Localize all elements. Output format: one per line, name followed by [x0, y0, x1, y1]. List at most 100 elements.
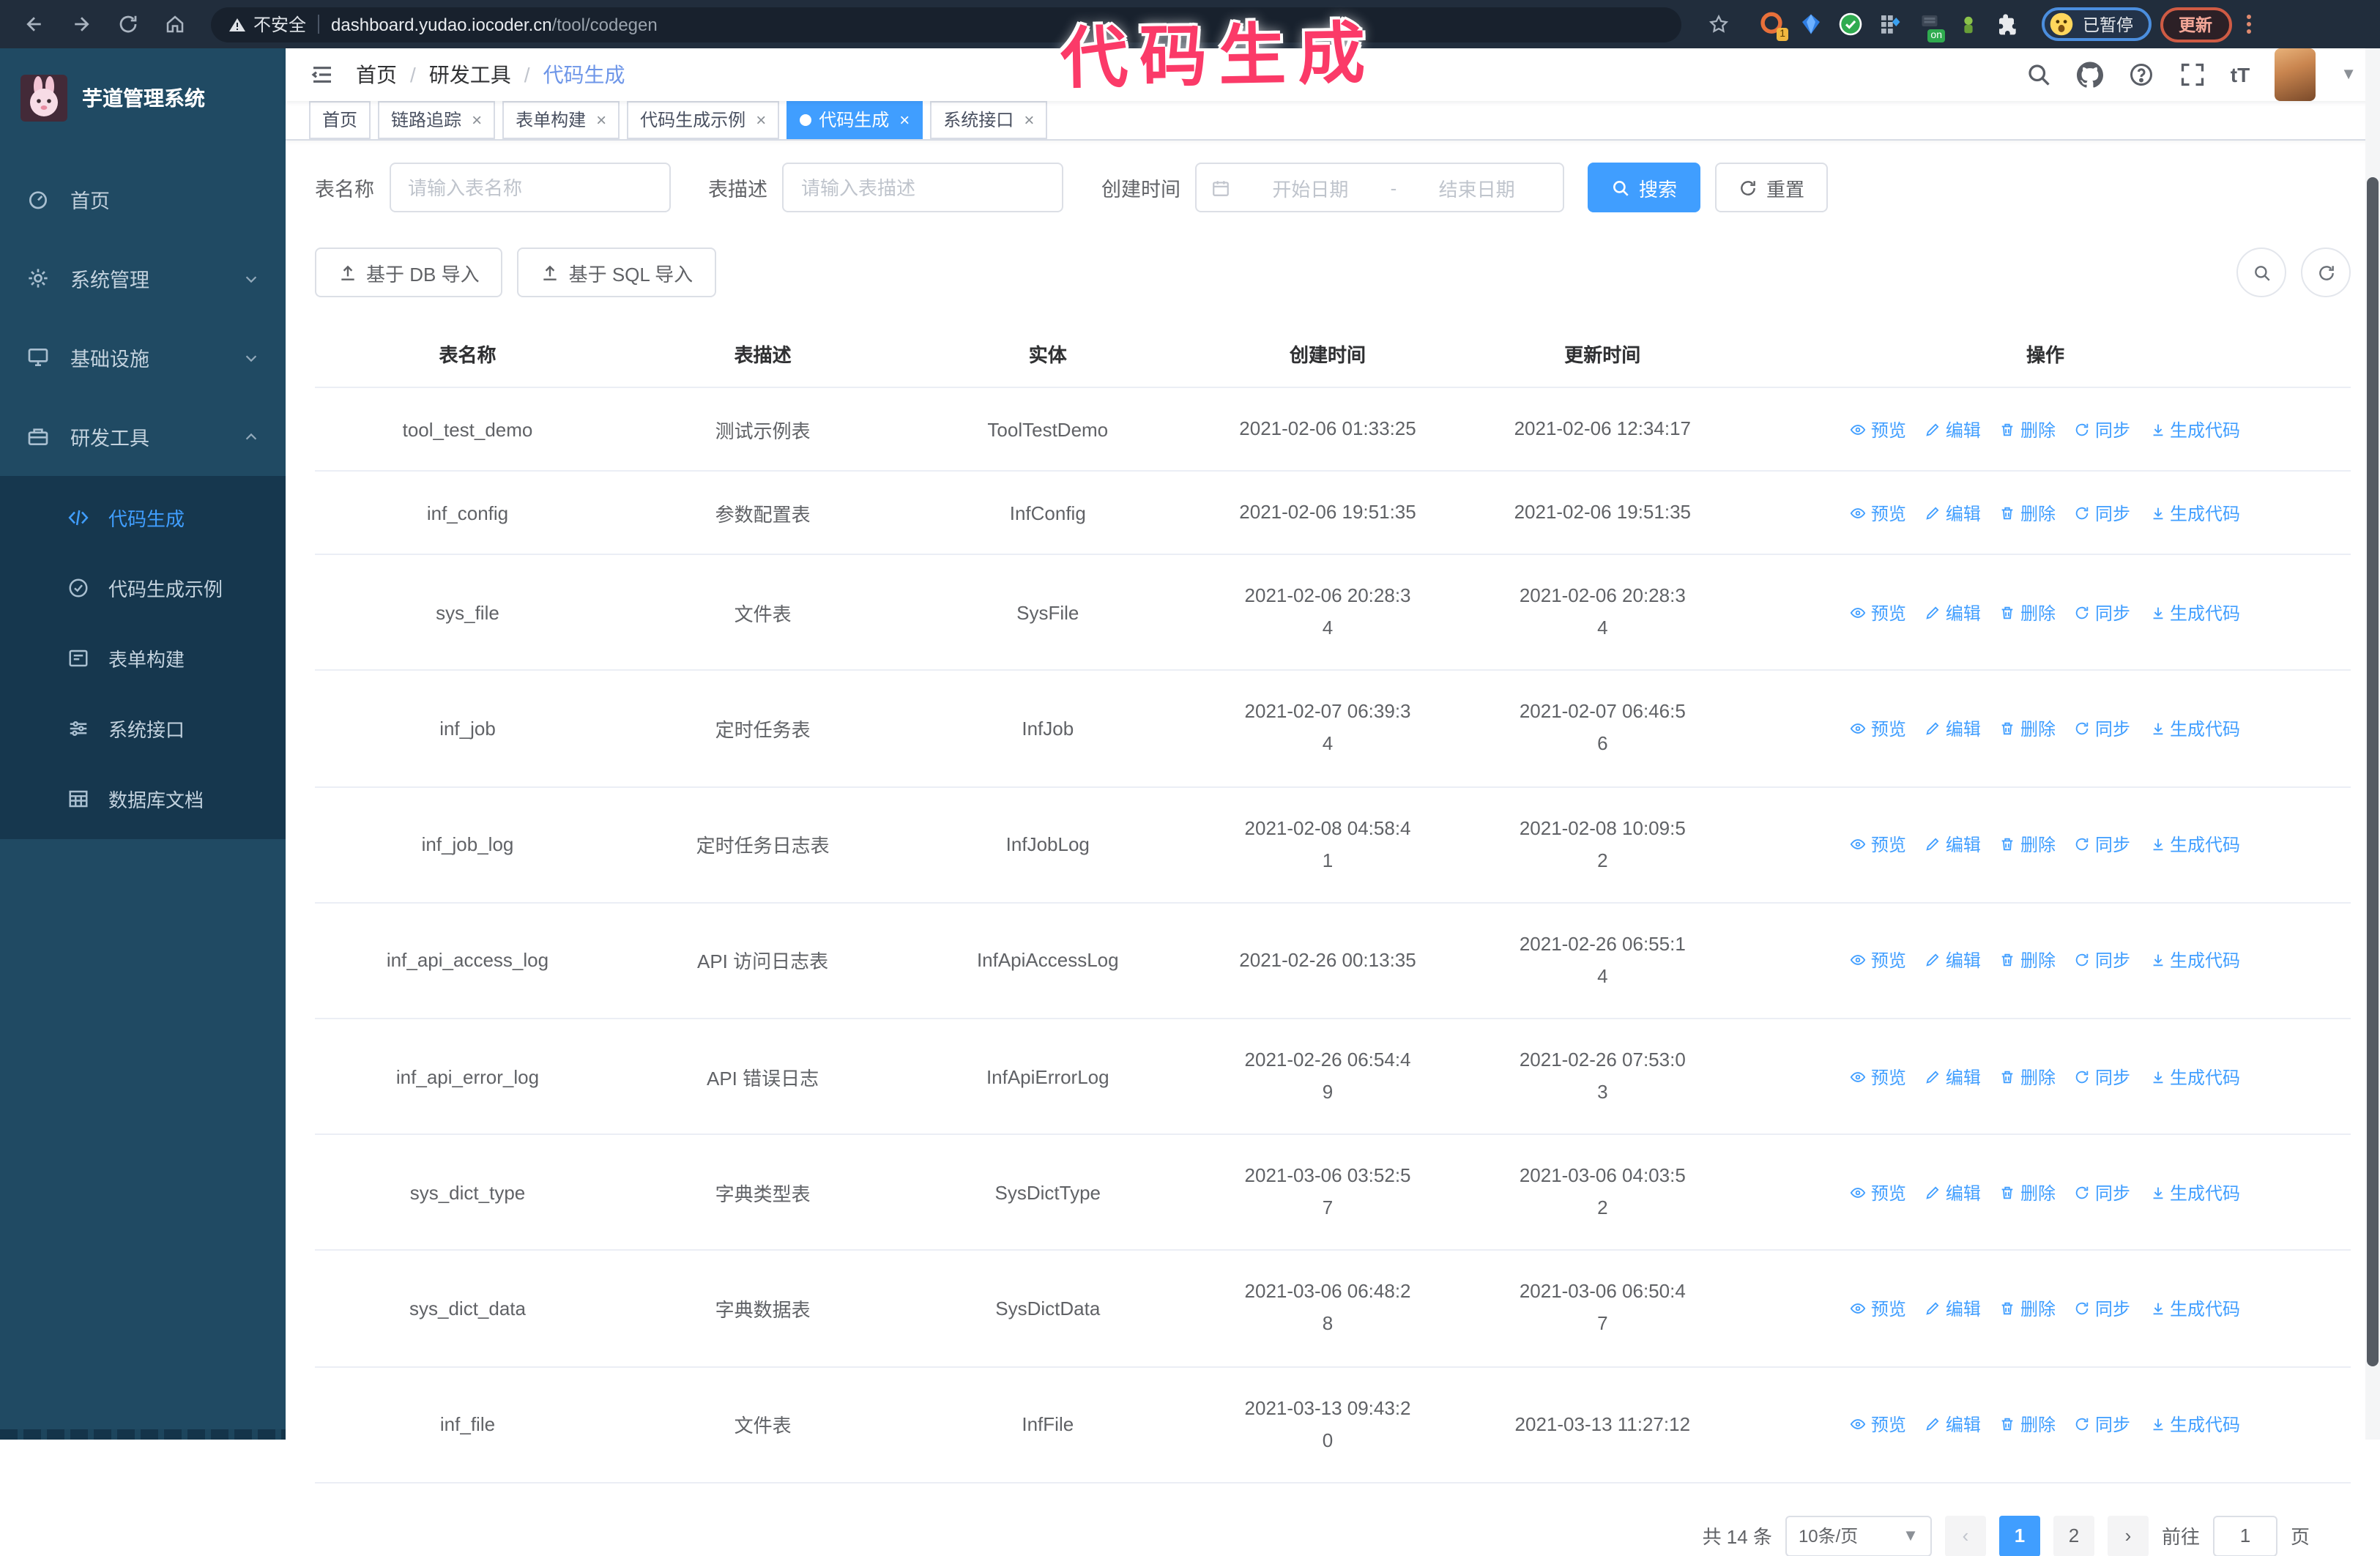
tab-system-api[interactable]: 系统接口 × — [930, 101, 1048, 139]
generate-code-link[interactable]: 生成代码 — [2149, 716, 2240, 741]
generate-code-link[interactable]: 生成代码 — [2149, 1180, 2240, 1205]
sidebar-item-system-api[interactable]: 系统接口 — [0, 693, 286, 763]
help-icon[interactable] — [2128, 62, 2154, 88]
table-desc-input[interactable] — [782, 163, 1063, 212]
tab-codegen-example[interactable]: 代码生成示例 × — [627, 101, 780, 139]
security-warning[interactable]: 不安全 — [228, 12, 306, 37]
sidebar-item-system-management[interactable]: 系统管理 — [0, 239, 286, 318]
close-icon[interactable]: × — [899, 103, 910, 138]
edit-link[interactable]: 编辑 — [1925, 832, 1981, 857]
profile-paused-badge[interactable]: 已暂停 — [2042, 7, 2151, 41]
refresh-table-button[interactable] — [2301, 247, 2351, 297]
sync-link[interactable]: 同步 — [2075, 1412, 2130, 1437]
sync-link[interactable]: 同步 — [2075, 1180, 2130, 1205]
browser-menu-icon[interactable] — [2246, 15, 2250, 34]
reload-icon[interactable] — [108, 5, 146, 43]
sidebar-item-code-generation[interactable]: 代码生成 — [0, 482, 286, 552]
tab-home[interactable]: 首页 — [309, 101, 371, 139]
reset-button[interactable]: 重置 — [1715, 163, 1829, 212]
sync-link[interactable]: 同步 — [2075, 832, 2130, 857]
edit-link[interactable]: 编辑 — [1925, 1064, 1981, 1089]
close-icon[interactable]: × — [756, 103, 766, 138]
search-button[interactable]: 搜索 — [1588, 163, 1701, 212]
scrollbar-thumb[interactable] — [2367, 177, 2379, 1366]
orange-circle-extension-icon[interactable]: 1 — [1758, 11, 1788, 40]
edit-link[interactable]: 编辑 — [1925, 417, 1981, 442]
show-search-button[interactable] — [2236, 247, 2286, 297]
preview-link[interactable]: 预览 — [1851, 1412, 1906, 1437]
table-name-input[interactable] — [389, 163, 670, 212]
preview-link[interactable]: 预览 — [1851, 417, 1906, 442]
generate-code-link[interactable]: 生成代码 — [2149, 1412, 2240, 1437]
import-db-button[interactable]: 基于 DB 导入 — [315, 247, 503, 297]
sidebar-item-home[interactable]: 首页 — [0, 160, 286, 239]
close-icon[interactable]: × — [1024, 103, 1034, 138]
address-bar[interactable]: 不安全 dashboard.yudao.iocoder.cn/tool/code… — [211, 7, 1681, 42]
sidebar-item-db-docs[interactable]: 数据库文档 — [0, 763, 286, 833]
blue-gem-extension-icon[interactable] — [1797, 11, 1823, 37]
delete-link[interactable]: 删除 — [2000, 948, 2056, 973]
generate-code-link[interactable]: 生成代码 — [2149, 500, 2240, 525]
page-size-select[interactable]: 10条/页 ▼ — [1785, 1515, 1932, 1556]
generate-code-link[interactable]: 生成代码 — [2149, 1296, 2240, 1321]
delete-link[interactable]: 删除 — [2000, 1296, 2056, 1321]
import-sql-button[interactable]: 基于 SQL 导入 — [517, 247, 717, 297]
next-page-button[interactable]: › — [2107, 1515, 2149, 1556]
edit-link[interactable]: 编辑 — [1925, 1296, 1981, 1321]
goto-page-input[interactable] — [2212, 1515, 2277, 1556]
sync-link[interactable]: 同步 — [2075, 417, 2130, 442]
generate-code-link[interactable]: 生成代码 — [2149, 948, 2240, 973]
generate-code-link[interactable]: 生成代码 — [2149, 832, 2240, 857]
delete-link[interactable]: 删除 — [2000, 417, 2056, 442]
tab-trace[interactable]: 链路追踪 × — [378, 101, 496, 139]
delete-link[interactable]: 删除 — [2000, 832, 2056, 857]
hamburger-icon[interactable] — [309, 63, 335, 86]
preview-link[interactable]: 预览 — [1851, 1296, 1906, 1321]
bookmark-star-icon[interactable] — [1699, 5, 1737, 43]
preview-link[interactable]: 预览 — [1851, 500, 1906, 525]
scrollbar-track[interactable] — [2365, 48, 2380, 1440]
green-bot-extension-icon[interactable] — [1955, 11, 1982, 37]
edit-link[interactable]: 编辑 — [1925, 1412, 1981, 1437]
prev-page-button[interactable]: ‹ — [1944, 1515, 1986, 1556]
puzzle-extensions-menu-icon[interactable] — [1995, 11, 2021, 37]
preview-link[interactable]: 预览 — [1851, 832, 1906, 857]
green-check-extension-icon[interactable] — [1837, 11, 1863, 37]
sync-link[interactable]: 同步 — [2075, 1064, 2130, 1089]
on-badge-extension-icon[interactable]: on — [1916, 11, 1945, 42]
github-icon[interactable] — [2076, 62, 2103, 88]
page-button-1[interactable]: 1 — [1998, 1515, 2040, 1556]
font-size-icon[interactable]: tT — [2231, 63, 2250, 86]
delete-link[interactable]: 删除 — [2000, 1412, 2056, 1437]
update-button[interactable]: 更新 — [2160, 7, 2231, 42]
generate-code-link[interactable]: 生成代码 — [2149, 417, 2240, 442]
preview-link[interactable]: 预览 — [1851, 716, 1906, 741]
sync-link[interactable]: 同步 — [2075, 600, 2130, 625]
delete-link[interactable]: 删除 — [2000, 1064, 2056, 1089]
app-logo[interactable]: 芋道管理系统 — [0, 48, 286, 136]
generate-code-link[interactable]: 生成代码 — [2149, 1064, 2240, 1089]
caret-down-icon[interactable]: ▼ — [2340, 66, 2357, 83]
delete-link[interactable]: 删除 — [2000, 1180, 2056, 1205]
breadcrumb-home[interactable]: 首页 — [356, 60, 397, 89]
close-icon[interactable]: × — [472, 103, 482, 138]
preview-link[interactable]: 预览 — [1851, 600, 1906, 625]
avatar[interactable] — [2275, 48, 2316, 101]
sidebar-item-form-builder[interactable]: 表单构建 — [0, 622, 286, 693]
breadcrumb-dev-tools[interactable]: 研发工具 — [429, 60, 511, 89]
grid-extension-icon[interactable] — [1876, 11, 1903, 37]
delete-link[interactable]: 删除 — [2000, 716, 2056, 741]
sidebar-item-codegen-example[interactable]: 代码生成示例 — [0, 552, 286, 622]
close-icon[interactable]: × — [596, 103, 606, 138]
sync-link[interactable]: 同步 — [2075, 1296, 2130, 1321]
search-icon[interactable] — [2026, 62, 2052, 88]
edit-link[interactable]: 编辑 — [1925, 716, 1981, 741]
preview-link[interactable]: 预览 — [1851, 1180, 1906, 1205]
generate-code-link[interactable]: 生成代码 — [2149, 600, 2240, 625]
home-icon[interactable] — [155, 5, 193, 43]
edit-link[interactable]: 编辑 — [1925, 600, 1981, 625]
edit-link[interactable]: 编辑 — [1925, 500, 1981, 525]
sidebar-item-dev-tools[interactable]: 研发工具 — [0, 397, 286, 476]
preview-link[interactable]: 预览 — [1851, 948, 1906, 973]
forward-icon[interactable] — [62, 5, 100, 43]
